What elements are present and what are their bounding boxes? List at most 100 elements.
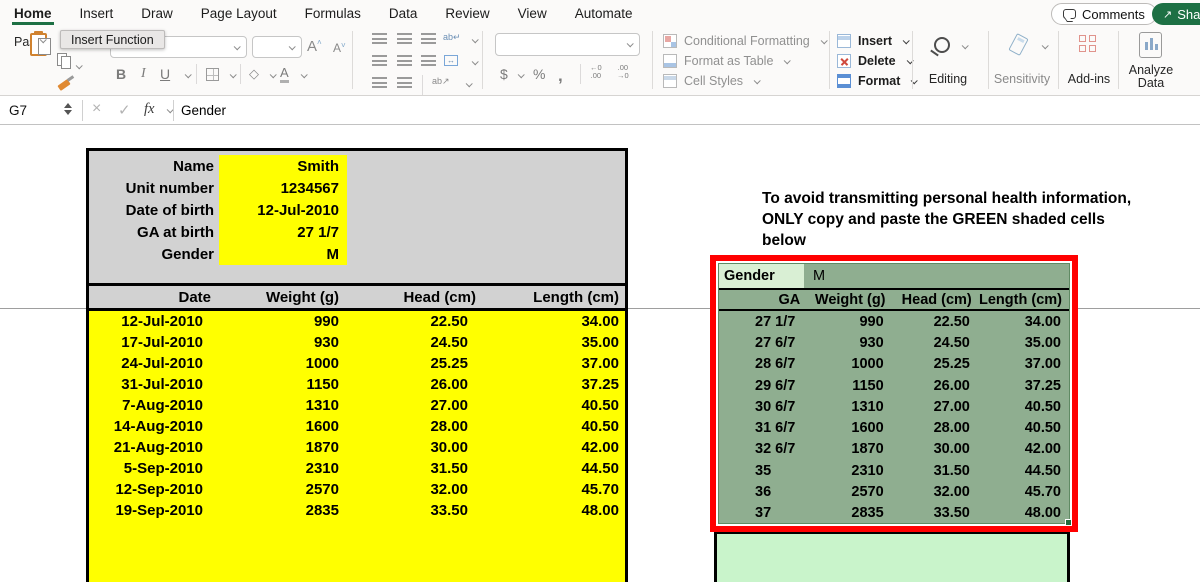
length-cell[interactable]: 37.25 (492, 374, 625, 395)
date-cell[interactable]: 19-Sep-2010 (89, 500, 219, 521)
decrease-decimal-button[interactable]: .00→0 (617, 64, 629, 80)
length-cell[interactable]: 40.50 (976, 396, 1069, 417)
format-as-table-button[interactable]: Format as Table (663, 53, 789, 69)
currency-format-button[interactable]: $ (500, 66, 508, 82)
ga-cell[interactable]: 37 (719, 503, 804, 524)
length-cell[interactable]: 40.50 (492, 395, 625, 416)
align-top-button[interactable] (372, 33, 387, 44)
weight-cell[interactable]: 2835 (219, 500, 347, 521)
length-cell[interactable]: 34.00 (492, 311, 625, 332)
weight-cell[interactable]: 1870 (219, 437, 347, 458)
weight-cell[interactable]: 1150 (219, 374, 347, 395)
active-cell-gender[interactable]: Gender (719, 264, 804, 288)
orientation-button[interactable]: ab↗ (432, 76, 450, 87)
length-cell[interactable]: 37.25 (976, 375, 1069, 396)
head-cell[interactable]: 27.00 (347, 395, 492, 416)
ga-cell[interactable]: 32 6/7 (719, 439, 804, 460)
length-cell[interactable]: 42.00 (976, 439, 1069, 460)
length-cell[interactable]: 35.00 (976, 332, 1069, 353)
wrap-text-button[interactable]: ab↵ (443, 32, 461, 43)
analyze-data-label[interactable]: Analyze Data (1121, 64, 1181, 90)
length-cell[interactable]: 37.00 (492, 353, 625, 374)
tab-view[interactable]: View (516, 2, 549, 25)
length-cell[interactable]: 42.00 (492, 437, 625, 458)
date-cell[interactable]: 17-Jul-2010 (89, 332, 219, 353)
increase-indent-button[interactable] (397, 77, 412, 88)
head-cell[interactable]: 33.50 (347, 500, 492, 521)
delete-cells-button[interactable]: Delete (837, 53, 912, 69)
underline-chevron-icon[interactable] (185, 71, 192, 78)
borders-button[interactable] (206, 68, 219, 81)
length-cell[interactable]: 48.00 (492, 500, 625, 521)
grow-font-button[interactable]: A˄ (307, 38, 322, 55)
weight-cell[interactable]: 1000 (804, 354, 890, 375)
head-cell[interactable]: 22.50 (347, 311, 492, 332)
editing-label[interactable]: Editing (918, 72, 978, 86)
weight-cell[interactable]: 930 (219, 332, 347, 353)
patient-info-value-cell[interactable]: 27 1/7 (219, 221, 347, 243)
head-cell[interactable]: 31.50 (890, 460, 976, 481)
length-cell[interactable]: 48.00 (976, 503, 1069, 524)
header-head[interactable]: Head (cm) (890, 290, 976, 309)
date-cell[interactable]: 24-Jul-2010 (89, 353, 219, 374)
length-cell[interactable]: 40.50 (976, 417, 1069, 438)
patient-info-value-cell[interactable]: 12-Jul-2010 (219, 199, 347, 221)
weight-cell[interactable]: 1310 (804, 396, 890, 417)
merge-chevron-icon[interactable] (472, 58, 479, 65)
format-painter-button[interactable] (58, 76, 74, 90)
head-cell[interactable]: 25.25 (890, 354, 976, 375)
weight-cell[interactable]: 1310 (219, 395, 347, 416)
head-cell[interactable]: 30.00 (347, 437, 492, 458)
orientation-chevron-icon[interactable] (466, 80, 473, 87)
conditional-formatting-button[interactable]: Conditional Formatting (663, 33, 826, 49)
align-bottom-button[interactable] (421, 33, 436, 44)
weight-cell[interactable]: 2570 (804, 481, 890, 502)
tab-draw[interactable]: Draw (139, 2, 175, 25)
date-cell[interactable]: 14-Aug-2010 (89, 416, 219, 437)
fill-color-button[interactable]: ◇ (249, 66, 259, 82)
length-cell[interactable]: 44.50 (492, 458, 625, 479)
tab-automate[interactable]: Automate (573, 2, 635, 25)
name-box-spinner[interactable] (64, 103, 72, 115)
length-cell[interactable]: 44.50 (976, 460, 1069, 481)
sensitivity-chevron-icon[interactable] (1042, 42, 1049, 49)
date-cell[interactable]: 12-Sep-2010 (89, 479, 219, 500)
comments-button[interactable]: Comments (1051, 3, 1157, 25)
head-cell[interactable]: 32.00 (890, 481, 976, 502)
insert-function-icon[interactable]: fx (144, 101, 154, 118)
copy-button[interactable] (57, 53, 81, 74)
weight-cell[interactable]: 2310 (219, 458, 347, 479)
head-cell[interactable]: 31.50 (347, 458, 492, 479)
weight-cell[interactable]: 990 (219, 311, 347, 332)
date-cell[interactable]: 12-Jul-2010 (89, 311, 219, 332)
tab-page-layout[interactable]: Page Layout (199, 2, 279, 25)
ga-cell[interactable]: 31 6/7 (719, 417, 804, 438)
head-cell[interactable]: 28.00 (347, 416, 492, 437)
ga-cell[interactable]: 29 6/7 (719, 375, 804, 396)
length-cell[interactable]: 35.00 (492, 332, 625, 353)
paste-target-box[interactable] (714, 532, 1070, 582)
length-cell[interactable]: 34.00 (976, 311, 1069, 332)
patient-info-value-cell[interactable]: Smith (219, 155, 347, 177)
ga-cell[interactable]: 36 (719, 481, 804, 502)
weight-cell[interactable]: 1600 (804, 417, 890, 438)
editing-search-icon[interactable] (934, 37, 950, 53)
weight-cell[interactable]: 1600 (219, 416, 347, 437)
sensitivity-label[interactable]: Sensitivity (986, 72, 1058, 86)
head-cell[interactable]: 24.50 (890, 332, 976, 353)
gender-value-cell[interactable]: M (804, 264, 825, 288)
head-cell[interactable]: 32.00 (347, 479, 492, 500)
header-length[interactable]: Length (cm) (976, 290, 1069, 309)
head-cell[interactable]: 26.00 (890, 375, 976, 396)
analyze-data-icon[interactable] (1139, 32, 1162, 58)
tab-review[interactable]: Review (443, 2, 491, 25)
decrease-indent-button[interactable] (372, 77, 387, 88)
wrap-text-chevron-icon[interactable] (472, 36, 479, 43)
tab-formulas[interactable]: Formulas (303, 2, 363, 25)
sensitivity-icon[interactable] (1008, 33, 1028, 56)
font-color-chevron-icon[interactable] (301, 71, 308, 78)
ga-cell[interactable]: 27 6/7 (719, 332, 804, 353)
share-button[interactable]: ↗ Share (1152, 3, 1200, 25)
fill-color-chevron-icon[interactable] (270, 71, 277, 78)
font-color-button[interactable]: A (280, 66, 289, 83)
